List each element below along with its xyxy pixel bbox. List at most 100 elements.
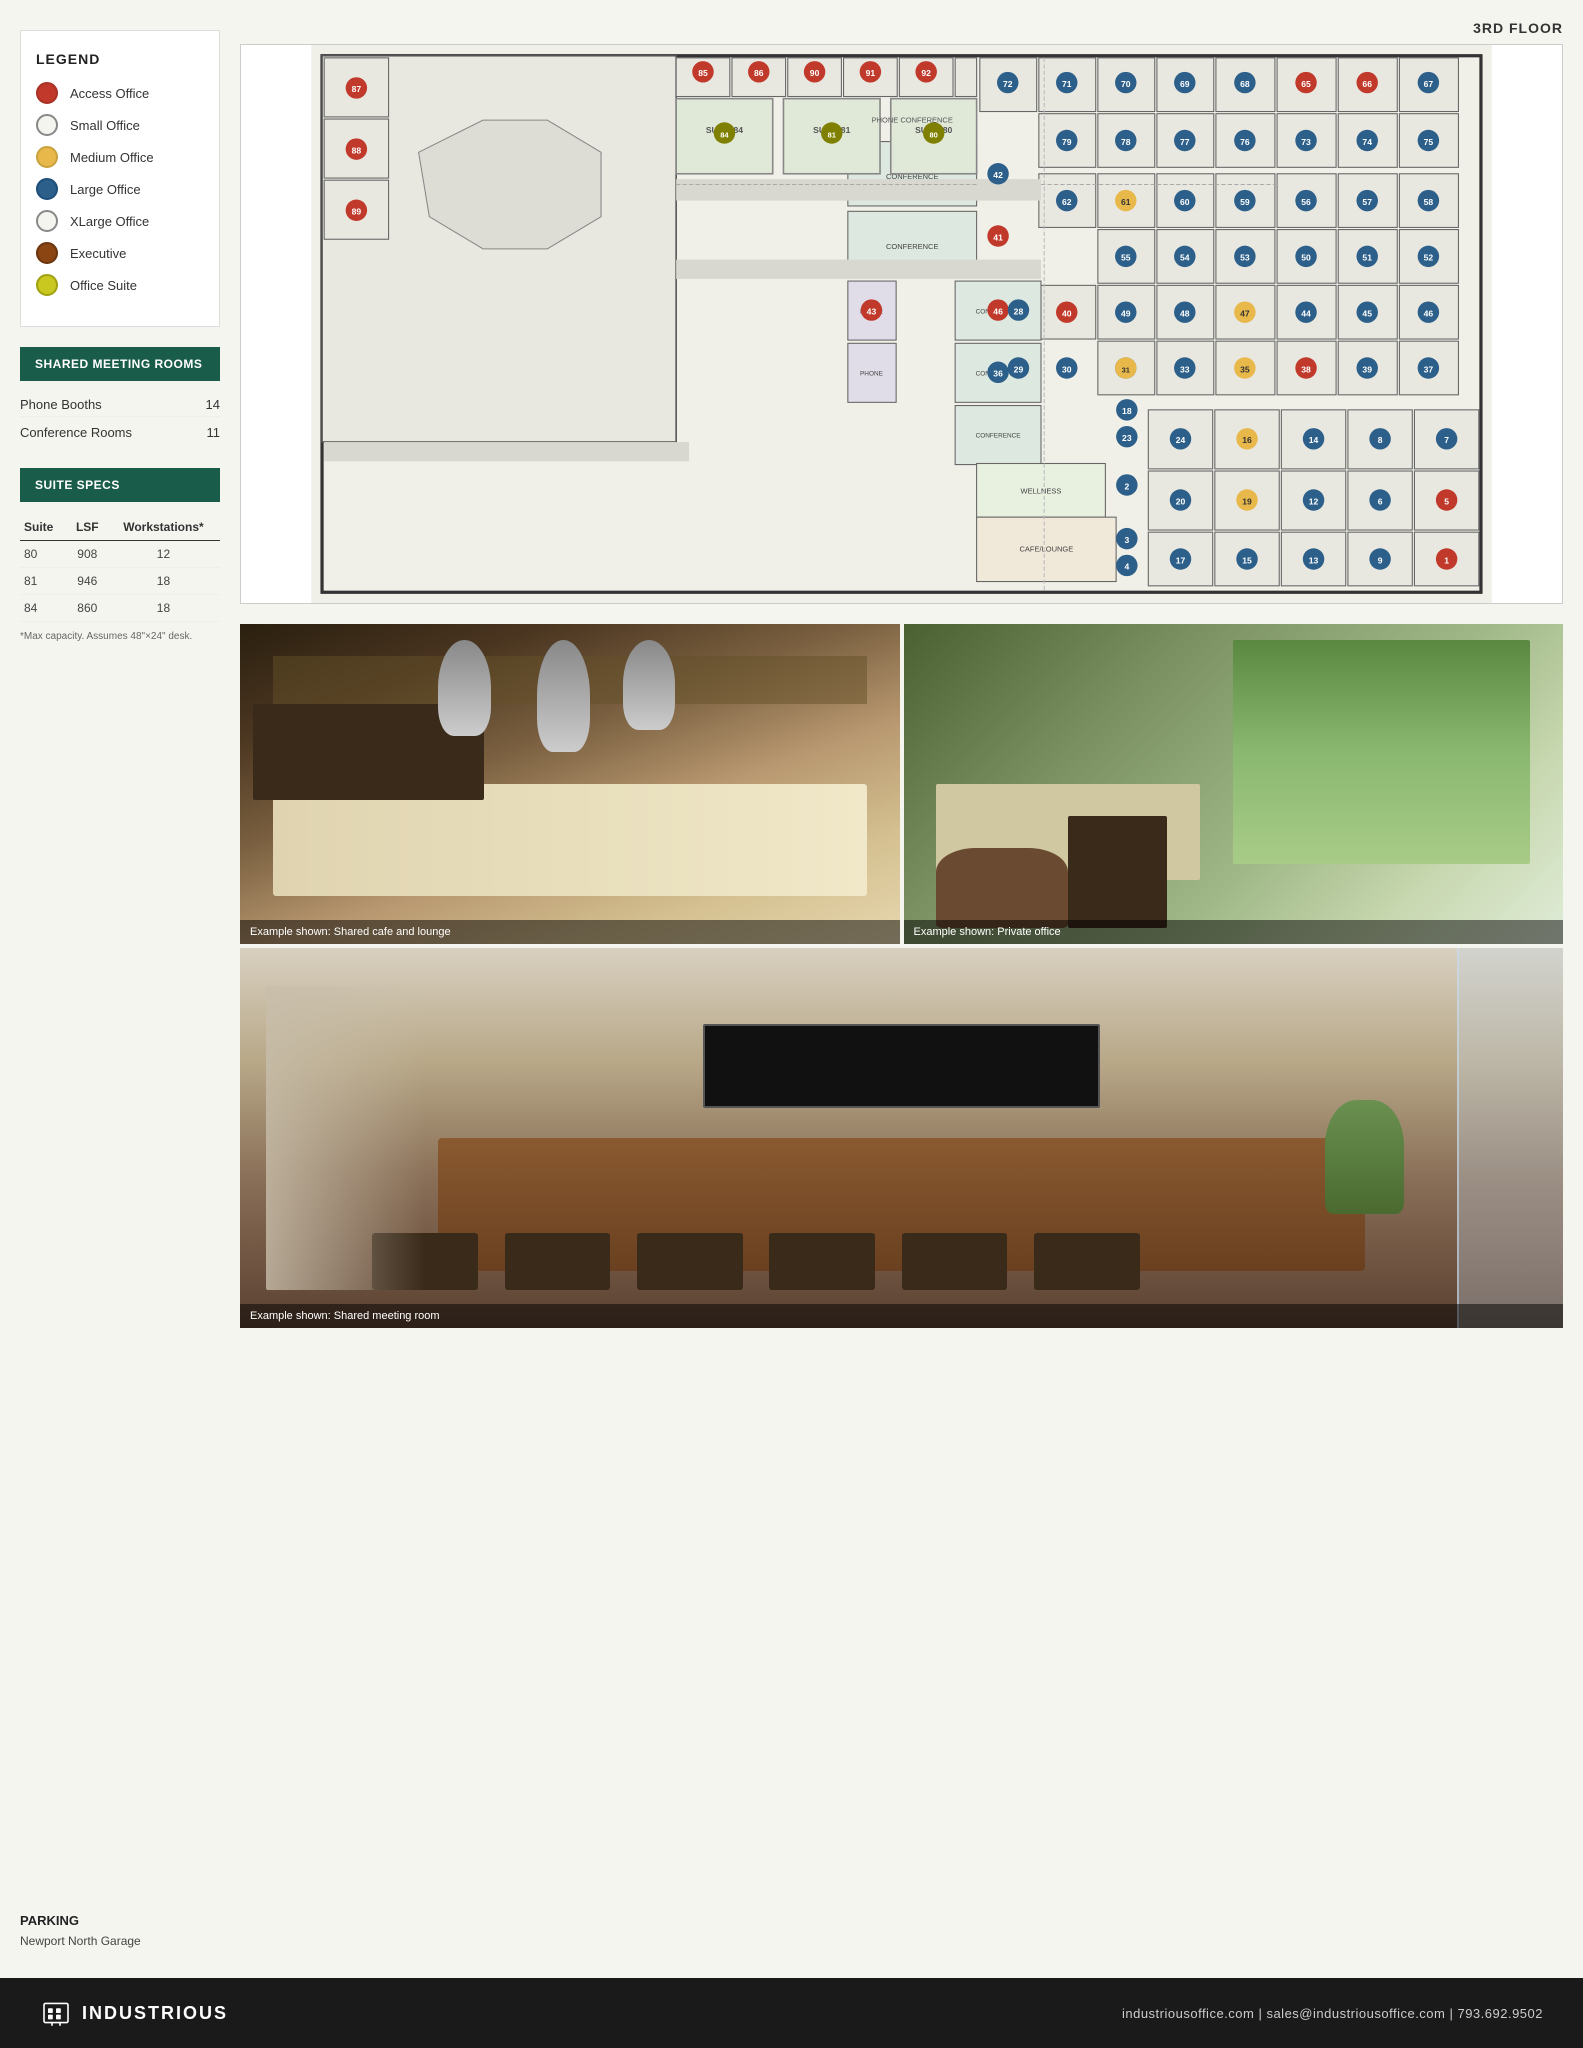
legend-item-small: Small Office [36,114,204,136]
svg-text:20: 20 [1176,496,1186,506]
svg-text:73: 73 [1301,137,1311,147]
svg-text:68: 68 [1240,79,1250,89]
svg-text:69: 69 [1180,79,1190,89]
svg-text:46: 46 [1424,308,1434,318]
svg-text:77: 77 [1180,137,1190,147]
photo-meeting-caption: Example shown: Shared meeting room [240,1304,1563,1328]
footer-contact: industriousoffice.com | sales@industriou… [1122,2006,1543,2021]
shared-meeting-rooms-section: SHARED MEETING ROOMS Phone Booths 14 Con… [20,347,220,448]
legend-item-access: Access Office [36,82,204,104]
svg-text:86: 86 [754,68,764,78]
footer-logo: INDUSTRIOUS [40,1997,228,2029]
legend-item-suite: Office Suite [36,274,204,296]
svg-text:31: 31 [1122,365,1130,374]
svg-text:47: 47 [1240,308,1250,318]
svg-text:61: 61 [1121,197,1131,207]
svg-text:70: 70 [1121,79,1131,89]
svg-text:66: 66 [1362,79,1372,89]
svg-text:87: 87 [352,84,362,94]
svg-text:13: 13 [1309,555,1319,565]
legend-item-executive: Executive [36,242,204,264]
svg-text:45: 45 [1362,308,1372,318]
svg-text:89: 89 [352,207,362,217]
shared-meeting-rooms-header: SHARED MEETING ROOMS [20,347,220,381]
svg-text:50: 50 [1301,253,1311,263]
svg-text:72: 72 [1003,79,1013,89]
photos-grid: Example shown: Shared cafe and lounge Ex… [240,624,1563,1328]
svg-text:41: 41 [993,232,1003,242]
svg-text:35: 35 [1240,364,1250,374]
svg-text:80: 80 [930,130,938,139]
small-office-dot [36,114,58,136]
parking-title: PARKING [20,1913,220,1928]
svg-text:84: 84 [720,130,729,139]
svg-text:40: 40 [1062,308,1072,318]
large-office-label: Large Office [70,182,141,197]
legend-item-xlarge: XLarge Office [36,210,204,232]
suite-80-num: 80 [20,541,68,568]
medium-office-label: Medium Office [70,150,154,165]
svg-text:56: 56 [1301,197,1311,207]
svg-text:62: 62 [1062,197,1072,207]
page-wrapper: LEGEND Access Office Small Office Medium… [0,0,1583,1978]
col-suite: Suite [20,514,68,541]
phone-booths-label: Phone Booths [20,397,102,412]
svg-text:CAFE/LOUNGE: CAFE/LOUNGE [1019,544,1073,553]
photo-office-caption: Example shown: Private office [904,920,1564,944]
table-row: 84 860 18 [20,595,220,622]
legend-item-medium: Medium Office [36,146,204,168]
svg-text:74: 74 [1362,137,1372,147]
floor-plan-container: CONFERENCE CONFERENCE SUITE 84 SUITE 81 … [240,44,1563,604]
svg-text:52: 52 [1424,253,1434,263]
xlarge-office-dot [36,210,58,232]
svg-text:36: 36 [993,369,1003,379]
table-row: 81 946 18 [20,568,220,595]
photo-private-office: Example shown: Private office [904,624,1564,944]
svg-text:PHONE: PHONE [860,371,883,378]
main-content: 3RD FLOOR [240,0,1583,1978]
svg-text:49: 49 [1121,308,1131,318]
executive-label: Executive [70,246,126,261]
specs-table: Suite LSF Workstations* 80 908 12 81 946… [20,514,220,622]
svg-text:8: 8 [1378,435,1383,445]
suite-80-ws: 12 [107,541,220,568]
svg-text:5: 5 [1444,496,1449,506]
svg-text:6: 6 [1378,496,1383,506]
svg-text:67: 67 [1424,79,1434,89]
photo-cafe-lounge: Example shown: Shared cafe and lounge [240,624,900,944]
svg-text:14: 14 [1309,435,1319,445]
industrious-logo-icon [40,1997,72,2029]
parking-section: PARKING Newport North Garage [20,1893,220,1948]
access-office-label: Access Office [70,86,149,101]
photo-cafe-caption: Example shown: Shared cafe and lounge [240,920,900,944]
suite-84-num: 84 [20,595,68,622]
footer-logo-text: INDUSTRIOUS [82,2003,228,2024]
svg-text:16: 16 [1242,435,1252,445]
floor-plan-svg: CONFERENCE CONFERENCE SUITE 84 SUITE 81 … [241,45,1562,603]
svg-text:88: 88 [352,145,362,155]
access-office-dot [36,82,58,104]
legend-item-large: Large Office [36,178,204,200]
svg-text:WELLNESS: WELLNESS [1021,487,1062,496]
svg-text:PHONE CONFERENCE: PHONE CONFERENCE [872,115,953,124]
floor-label: 3RD FLOOR [240,20,1563,36]
svg-text:19: 19 [1242,496,1252,506]
svg-text:58: 58 [1424,197,1434,207]
svg-text:54: 54 [1180,253,1190,263]
svg-text:12: 12 [1309,496,1319,506]
svg-text:37: 37 [1424,364,1434,374]
svg-text:18: 18 [1122,406,1132,416]
large-office-dot [36,178,58,200]
svg-text:44: 44 [1301,308,1311,318]
svg-text:65: 65 [1301,79,1311,89]
svg-text:15: 15 [1242,555,1252,565]
svg-text:17: 17 [1176,555,1186,565]
svg-text:30: 30 [1062,364,1072,374]
suite-84-ws: 18 [107,595,220,622]
footer: INDUSTRIOUS industriousoffice.com | sale… [0,1978,1583,2048]
svg-text:59: 59 [1240,197,1250,207]
svg-text:CONFERENCE: CONFERENCE [886,242,939,251]
col-lsf: LSF [68,514,107,541]
suite-81-lsf: 946 [68,568,107,595]
suite-80-lsf: 908 [68,541,107,568]
